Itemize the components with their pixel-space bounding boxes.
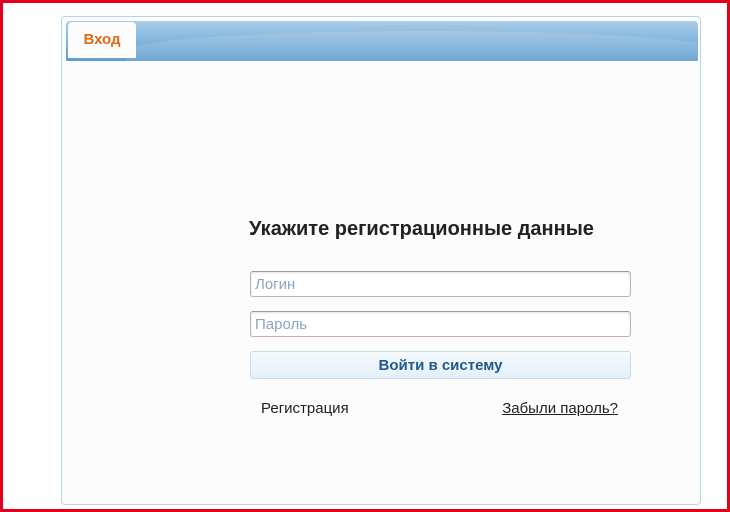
login-form: Укажите регистрационные данные Войти в с… [239, 213, 641, 437]
forgot-password-link[interactable]: Забыли пароль? [502, 400, 618, 417]
form-title: Укажите регистрационные данные [249, 218, 594, 240]
auth-panel: Вход Укажите регистрационные данные Войт… [61, 16, 701, 505]
password-input[interactable] [250, 311, 631, 337]
login-submit-button[interactable]: Войти в систему [250, 351, 631, 379]
tab-login[interactable]: Вход [68, 22, 136, 58]
window-frame: Вход Укажите регистрационные данные Войт… [0, 0, 730, 512]
login-input[interactable] [250, 271, 631, 297]
tab-bar [66, 21, 698, 61]
register-link[interactable]: Регистрация [261, 400, 349, 417]
tab-login-label: Вход [83, 31, 121, 48]
